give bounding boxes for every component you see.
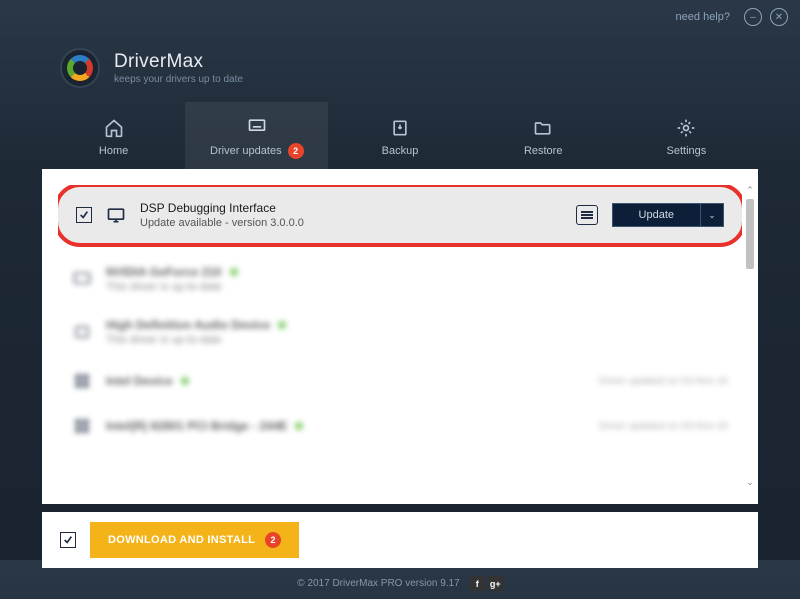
tab-home-label: Home <box>99 145 128 157</box>
tab-settings-label: Settings <box>667 145 707 157</box>
app-logo-icon <box>60 48 100 88</box>
tab-settings[interactable]: Settings <box>615 102 758 169</box>
close-button[interactable]: ✕ <box>770 8 788 26</box>
social-icons: f g+ <box>470 576 503 591</box>
home-icon <box>104 118 124 138</box>
device-monitor-icon <box>106 205 126 225</box>
titlebar: need help? – ✕ <box>0 0 800 34</box>
tab-updates-label: Driver updates 2 <box>210 143 304 159</box>
chevron-down-icon[interactable]: ⌄ <box>701 210 723 221</box>
driver-row: Intel Device Driver updated on 03-Nov-16 <box>58 359 742 404</box>
device-audio-icon <box>72 322 92 342</box>
app-header: DriverMax keeps your drivers up to date <box>0 34 800 102</box>
updates-badge: 2 <box>288 143 304 159</box>
details-icon[interactable] <box>576 205 598 225</box>
driver-name: DSP Debugging Interface <box>140 201 562 215</box>
tab-home[interactable]: Home <box>42 102 185 169</box>
app-tagline: keeps your drivers up to date <box>114 74 243 85</box>
tab-restore[interactable]: Restore <box>472 102 615 169</box>
backup-icon <box>390 118 410 138</box>
device-windows-icon <box>72 371 92 391</box>
update-button[interactable]: Update ⌄ <box>612 203 724 227</box>
scrollbar[interactable]: ⌃ ⌄ <box>745 185 755 488</box>
driver-list-panel: DSP Debugging Interface Update available… <box>42 169 758 504</box>
driver-row: High Definition Audio Device This driver… <box>58 306 742 359</box>
download-badge: 2 <box>265 532 281 548</box>
tab-backup-label: Backup <box>382 145 419 157</box>
scroll-up-icon[interactable]: ⌃ <box>745 185 755 196</box>
checkbox-checked[interactable] <box>76 207 92 223</box>
driver-status: Update available - version 3.0.0.0 <box>140 217 562 229</box>
app-title: DriverMax <box>114 51 243 73</box>
monitor-icon <box>247 116 267 136</box>
device-monitor-icon <box>72 269 92 289</box>
folder-icon <box>533 118 553 138</box>
tab-backup[interactable]: Backup <box>328 102 471 169</box>
tab-restore-label: Restore <box>524 145 563 157</box>
help-link[interactable]: need help? <box>676 11 730 23</box>
scroll-down-icon[interactable]: ⌄ <box>745 477 755 488</box>
driver-row-text: DSP Debugging Interface Update available… <box>140 201 562 229</box>
minimize-button[interactable]: – <box>744 8 762 26</box>
brand-text: DriverMax keeps your drivers up to date <box>114 51 243 85</box>
scroll-thumb[interactable] <box>746 199 754 269</box>
driver-row: NVIDIA GeForce 210 This driver is up-to-… <box>58 253 742 306</box>
driver-row-highlighted: DSP Debugging Interface Update available… <box>58 185 742 247</box>
device-windows-icon <box>72 416 92 436</box>
copyright-text: © 2017 DriverMax PRO version 9.17 <box>297 578 459 589</box>
tab-driver-updates[interactable]: Driver updates 2 <box>185 102 328 169</box>
googleplus-icon[interactable]: g+ <box>488 576 503 591</box>
download-install-button[interactable]: DOWNLOAD AND INSTALL 2 <box>90 522 299 558</box>
main-tabs: Home Driver updates 2 Backup Restore Set… <box>0 102 800 169</box>
facebook-icon[interactable]: f <box>470 576 485 591</box>
bottom-bar: © 2017 DriverMax PRO version 9.17 f g+ <box>0 568 800 599</box>
select-all-checkbox[interactable] <box>60 532 76 548</box>
driver-row: Intel(R) 82801 PCI Bridge - 244E Driver … <box>58 404 742 449</box>
gear-icon <box>676 118 696 138</box>
